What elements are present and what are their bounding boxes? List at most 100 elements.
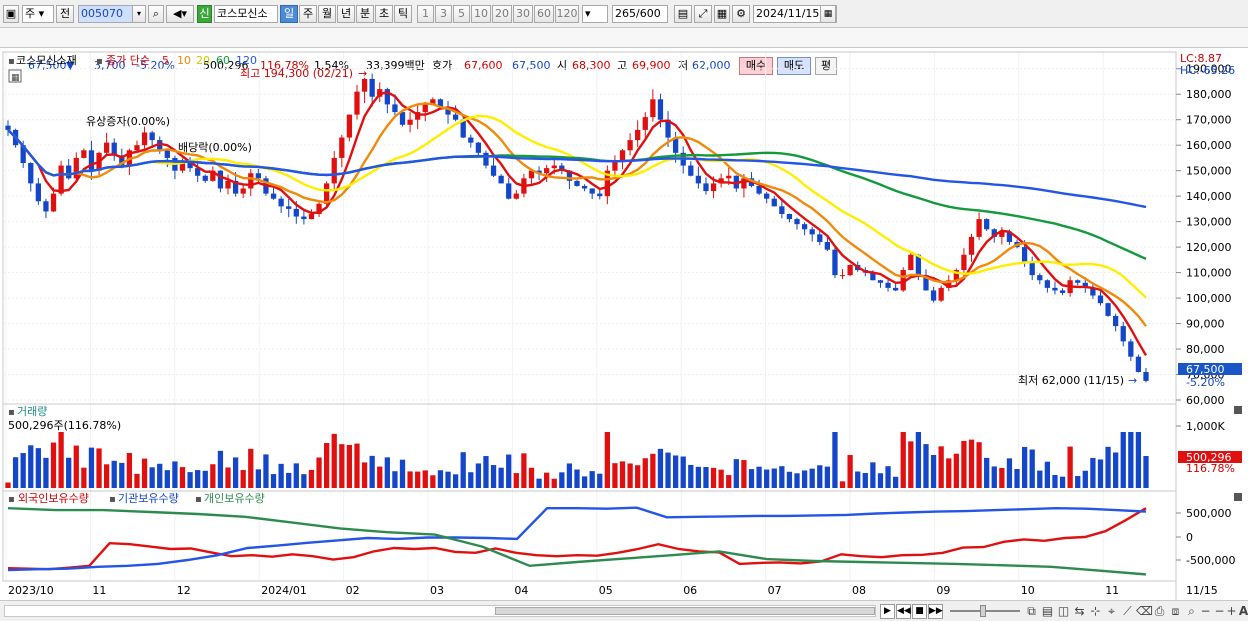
high-arrow-icon: → — [358, 67, 367, 80]
date-axis: 2023/10 11 12 2024/01 02 03 04 05 06 07 08 09 10 11 — [8, 584, 1119, 597]
volume-bar — [58, 432, 64, 488]
candle-body — [786, 213, 793, 220]
volume-bar — [498, 467, 504, 488]
draw-tool-icon[interactable]: ⤢ — [694, 5, 712, 23]
count-field[interactable]: 265/600 — [612, 5, 668, 23]
period-week-button[interactable]: 주 — [299, 5, 317, 23]
holdings-panel-close-icon[interactable] — [1234, 493, 1242, 501]
compare-icon[interactable]: ⇆ — [1072, 604, 1087, 619]
volume-bar — [88, 447, 95, 488]
x-tick-label: 10 — [1021, 584, 1035, 597]
period-month-button[interactable]: 월 — [318, 5, 336, 23]
candle-body — [513, 193, 519, 199]
zoom-out-icon[interactable]: − — [1198, 604, 1213, 619]
volume-bar — [308, 469, 315, 488]
layout-icon[interactable]: ▤ — [1040, 604, 1055, 619]
line-tool-icon[interactable]: ⟋ — [1120, 604, 1135, 619]
interval-1-button[interactable]: 1 — [417, 5, 434, 23]
volume-bar — [650, 453, 656, 488]
volume-bar — [415, 471, 421, 488]
interval-20-button[interactable]: 20 — [492, 5, 512, 23]
stock-chart[interactable]: 190,000180,000170,000160,000150,000140,0… — [0, 48, 1248, 600]
save-icon[interactable]: ▦ — [714, 5, 730, 23]
volume-bar — [847, 455, 853, 488]
stop-icon[interactable]: ■ — [912, 604, 927, 619]
volume-bar — [278, 463, 284, 488]
candle-body — [771, 198, 777, 207]
chart-type-icon[interactable]: ▣ — [3, 5, 19, 23]
y-tick-label: 60,000 — [1186, 394, 1225, 407]
period-year-button[interactable]: 년 — [337, 5, 355, 23]
gear-icon[interactable]: ⚙ — [732, 5, 750, 23]
candle-body — [1029, 262, 1035, 276]
scroll-thumb[interactable] — [495, 607, 875, 615]
horizontal-scrollbar[interactable] — [4, 605, 876, 617]
volume-bar — [103, 464, 110, 488]
split-icon[interactable]: ◫ — [1056, 604, 1071, 619]
volume-bar — [718, 469, 724, 488]
period-day-button[interactable]: 일 — [280, 5, 298, 23]
print-icon[interactable]: ⎙ — [1152, 604, 1167, 619]
volume-bar — [377, 466, 383, 488]
volume-bar — [930, 455, 937, 488]
cursor-icon[interactable]: ⊹ — [1088, 604, 1103, 619]
volume-bar — [748, 469, 755, 488]
candle-body — [354, 91, 360, 115]
candle-body — [695, 175, 702, 184]
zoom-search-icon[interactable]: ⌕ — [1184, 604, 1199, 619]
period-tick-button[interactable]: 틱 — [394, 5, 412, 23]
candle-body — [278, 198, 284, 207]
volume-bar — [976, 442, 982, 488]
new-badge[interactable]: 신 — [197, 5, 212, 23]
interval-10-button[interactable]: 10 — [471, 5, 491, 23]
volume-bar — [665, 452, 671, 488]
prev-button[interactable]: 전 — [56, 5, 74, 23]
calendar-icon[interactable]: ▦ — [820, 5, 836, 23]
stock-name-field[interactable]: 코스모신소 — [214, 5, 278, 23]
magnet-icon[interactable]: ⌖ — [1104, 604, 1119, 619]
sound-icon[interactable]: ◀▾ — [166, 5, 194, 23]
volume-bar — [915, 432, 922, 488]
interval-3-button[interactable]: 3 — [435, 5, 452, 23]
zoom-slider-handle[interactable] — [980, 605, 986, 617]
volume-bar — [354, 443, 360, 488]
candle-body — [688, 165, 694, 176]
volume-bar — [475, 463, 482, 488]
capture-icon[interactable]: ⧈ — [1168, 604, 1183, 619]
copy-icon[interactable]: ⧉ — [1024, 604, 1039, 619]
volume-bar — [1037, 470, 1043, 488]
volume-bar — [149, 467, 155, 488]
search-icon[interactable]: ⌕ — [148, 5, 164, 23]
candle-body — [134, 145, 140, 151]
period-type-select[interactable]: 주 ▾ — [22, 5, 54, 23]
volume-panel-close-icon[interactable] — [1234, 406, 1242, 414]
first-page-icon[interactable]: ◀◀ — [896, 604, 911, 619]
period-second-button[interactable]: 초 — [375, 5, 393, 23]
next-page-icon[interactable]: ▶▶ — [928, 604, 943, 619]
period-minute-button[interactable]: 분 — [356, 5, 374, 23]
y-tick-label: 100,000 — [1186, 292, 1232, 305]
interval-120-button[interactable]: 120 — [555, 5, 579, 23]
panel-square-icon-6: ▪ — [195, 494, 202, 505]
candle-body — [847, 264, 853, 276]
font-size-icon[interactable]: A — [1236, 604, 1248, 619]
interval-60-button[interactable]: 60 — [534, 5, 554, 23]
candle-body — [468, 137, 474, 143]
indicator-icon[interactable]: ▤ — [674, 5, 692, 23]
volume-bar — [1097, 459, 1104, 488]
erase-icon[interactable]: ⌫ — [1136, 604, 1153, 619]
volume-bar — [232, 457, 239, 488]
interval-select[interactable]: ▾ — [582, 5, 608, 23]
volume-bar — [581, 476, 588, 488]
interval-5-button[interactable]: 5 — [453, 5, 470, 23]
volume-bar — [786, 471, 793, 488]
x-tick-label: 2023/10 — [8, 584, 54, 597]
volume-bar — [119, 462, 125, 488]
volume-bar — [900, 432, 906, 488]
candle-body — [225, 180, 231, 189]
volume-bar — [824, 466, 830, 488]
interval-30-button[interactable]: 30 — [513, 5, 533, 23]
code-dropdown-icon[interactable]: ▾ — [132, 5, 146, 23]
volume-bar — [66, 457, 72, 488]
scroll-right-icon[interactable]: ▶ — [880, 604, 895, 619]
